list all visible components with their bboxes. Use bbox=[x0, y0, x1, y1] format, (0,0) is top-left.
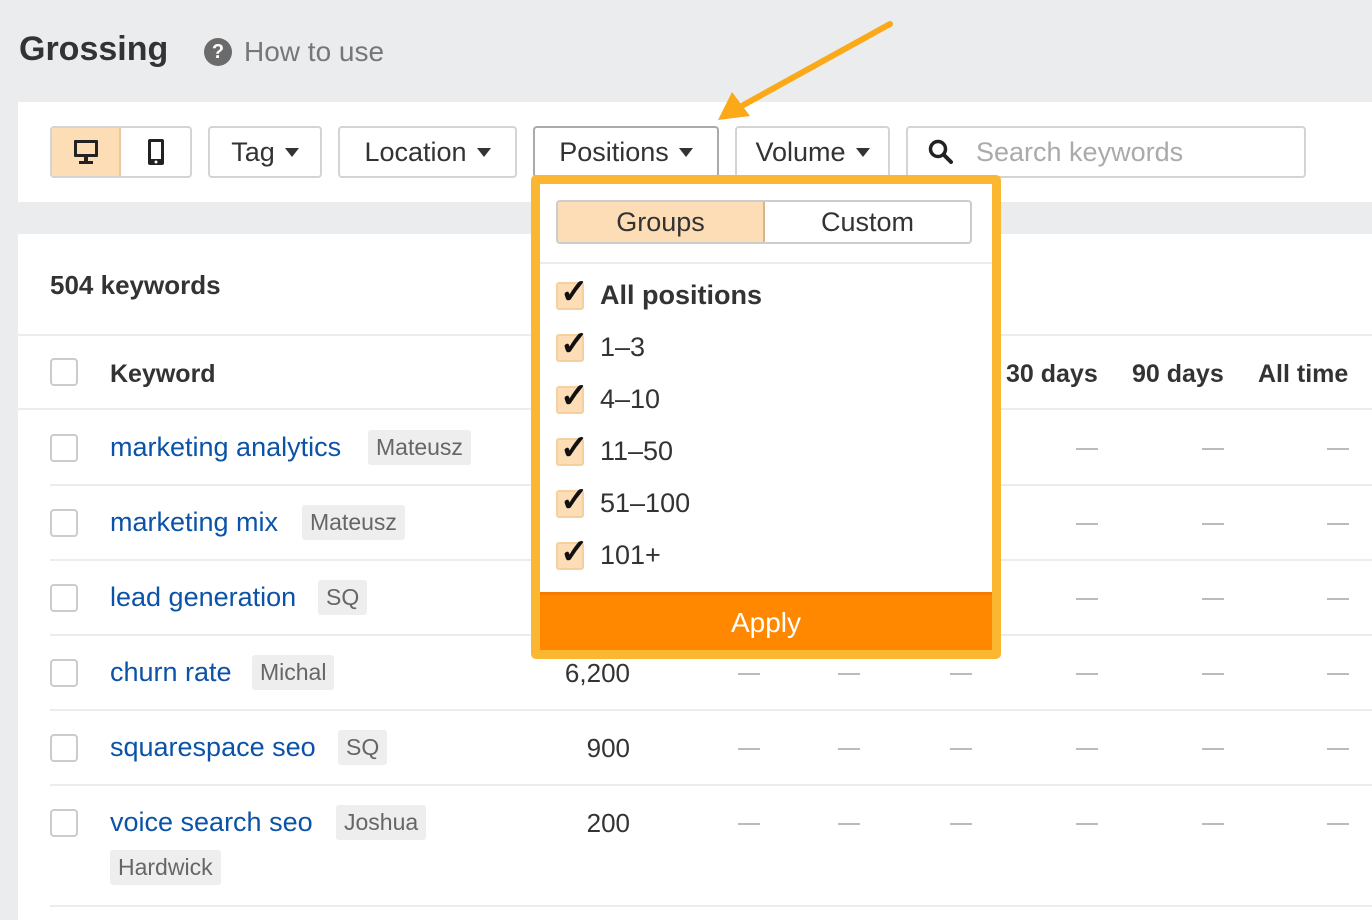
empty-cell-dash bbox=[738, 748, 760, 750]
empty-cell-dash bbox=[738, 673, 760, 675]
checkbox-checked-icon[interactable]: ✓ bbox=[556, 429, 589, 467]
empty-cell-dash bbox=[1076, 673, 1098, 675]
tag-badge[interactable]: Hardwick bbox=[110, 850, 221, 885]
empty-cell-dash bbox=[1202, 748, 1224, 750]
keyword-link[interactable]: marketing analytics bbox=[110, 432, 341, 463]
position-option[interactable]: ✓ 4–10 bbox=[556, 377, 661, 415]
empty-cell-dash bbox=[1327, 748, 1349, 750]
row-checkbox[interactable] bbox=[50, 434, 78, 462]
empty-cell-dash bbox=[950, 673, 972, 675]
checkbox-checked-icon[interactable]: ✓ bbox=[556, 533, 589, 571]
checkbox-checked-icon[interactable]: ✓ bbox=[556, 481, 589, 519]
empty-cell-dash bbox=[950, 748, 972, 750]
empty-cell-dash bbox=[1202, 823, 1224, 825]
checkbox-checked-icon[interactable]: ✓ bbox=[556, 325, 589, 363]
apply-button[interactable]: Apply bbox=[540, 592, 992, 650]
tab-custom[interactable]: Custom bbox=[765, 202, 970, 242]
empty-cell-dash bbox=[1327, 448, 1349, 450]
header-keyword[interactable]: Keyword bbox=[110, 360, 216, 389]
empty-cell-dash bbox=[950, 823, 972, 825]
position-option[interactable]: ✓ 51–100 bbox=[556, 481, 691, 519]
position-option[interactable]: ✓ 101+ bbox=[556, 533, 661, 571]
volume-value: 6,200 bbox=[564, 658, 630, 688]
empty-cell-dash bbox=[838, 673, 860, 675]
keyword-link[interactable]: squarespace seo bbox=[110, 732, 316, 763]
position-option[interactable]: ✓ 11–50 bbox=[556, 429, 674, 467]
volume-value: 900 bbox=[586, 733, 630, 763]
positions-dropdown: Groups Custom ✓ All positions ✓ 1–3 ✓ 4–10 ✓ 11… bbox=[531, 175, 1001, 659]
row-checkbox[interactable] bbox=[50, 809, 78, 837]
empty-cell-dash bbox=[1202, 673, 1224, 675]
empty-cell-dash bbox=[1076, 523, 1098, 525]
header-all-time[interactable]: All time bbox=[1258, 360, 1348, 389]
tag-badge[interactable]: Mateusz bbox=[302, 505, 405, 540]
option-label: 11–50 bbox=[600, 436, 674, 466]
volume-value: 200 bbox=[586, 808, 630, 838]
keyword-link[interactable]: churn rate bbox=[110, 657, 232, 688]
position-option[interactable]: ✓ 1–3 bbox=[556, 325, 646, 363]
tag-badge[interactable]: SQ bbox=[338, 730, 388, 765]
keyword-link[interactable]: marketing mix bbox=[110, 507, 278, 538]
option-label: 101+ bbox=[600, 540, 661, 570]
tag-badge[interactable]: Mateusz bbox=[368, 430, 471, 465]
keyword-count: 504 keywords bbox=[50, 270, 221, 300]
empty-cell-dash bbox=[1076, 823, 1098, 825]
empty-cell-dash bbox=[1202, 523, 1224, 525]
empty-cell-dash bbox=[1202, 598, 1224, 600]
header-90-days[interactable]: 90 days bbox=[1132, 360, 1224, 389]
empty-cell-dash bbox=[838, 823, 860, 825]
row-checkbox[interactable] bbox=[50, 659, 78, 687]
empty-cell-dash bbox=[1076, 448, 1098, 450]
row-checkbox[interactable] bbox=[50, 734, 78, 762]
empty-cell-dash bbox=[1327, 523, 1349, 525]
empty-cell-dash bbox=[1327, 598, 1349, 600]
empty-cell-dash bbox=[1202, 448, 1224, 450]
empty-cell-dash bbox=[1076, 748, 1098, 750]
select-all-checkbox[interactable] bbox=[50, 358, 78, 386]
tab-groups[interactable]: Groups bbox=[558, 202, 765, 242]
mode-toggle[interactable]: Groups Custom bbox=[556, 200, 972, 244]
checkbox-checked-icon[interactable]: ✓ bbox=[556, 377, 589, 415]
header-30-days[interactable]: 30 days bbox=[1006, 360, 1098, 389]
empty-cell-dash bbox=[1327, 673, 1349, 675]
arrow-annotation-icon bbox=[718, 21, 893, 120]
keyword-link[interactable]: voice search seo bbox=[110, 807, 313, 838]
empty-cell-dash bbox=[838, 748, 860, 750]
position-option[interactable]: ✓ All positions bbox=[556, 273, 762, 311]
option-label: 51–100 bbox=[600, 488, 691, 518]
empty-cell-dash bbox=[1076, 598, 1098, 600]
tag-badge[interactable]: Michal bbox=[252, 655, 335, 690]
tag-badge[interactable]: SQ bbox=[318, 580, 368, 615]
option-label: All positions bbox=[600, 280, 762, 310]
option-label: 1–3 bbox=[600, 332, 646, 362]
row-checkbox[interactable] bbox=[50, 509, 78, 537]
tag-badge[interactable]: Joshua bbox=[336, 805, 427, 840]
keyword-link[interactable]: lead generation bbox=[110, 582, 296, 613]
checkbox-checked-icon[interactable]: ✓ bbox=[556, 273, 589, 311]
row-checkbox[interactable] bbox=[50, 584, 78, 612]
empty-cell-dash bbox=[1327, 823, 1349, 825]
empty-cell-dash bbox=[738, 823, 760, 825]
option-label: 4–10 bbox=[600, 384, 661, 414]
